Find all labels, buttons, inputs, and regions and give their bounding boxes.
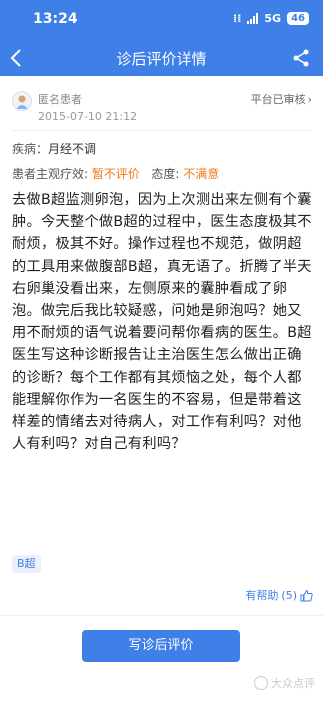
tag-badge[interactable]: B超	[12, 555, 41, 573]
avatar	[12, 91, 32, 111]
chevron-right-icon: ›	[307, 92, 312, 106]
write-review-button[interactable]: 写诊后评价	[82, 630, 240, 662]
effect-value: 暂不评价	[91, 167, 140, 181]
user-icon	[16, 95, 28, 109]
disease-row: 疾病：月经不调	[12, 140, 96, 157]
status-time: 13:24	[33, 11, 78, 27]
page-title: 诊后评价详情	[116, 50, 207, 68]
divider	[12, 130, 311, 131]
effect-label: 患者主观疗效:	[12, 167, 89, 181]
attitude-label: 态度:	[151, 167, 180, 181]
effect-row: 患者主观疗效: 暂不评价 态度: 不满意	[12, 165, 219, 182]
vibrate-icon: ⁞⁞	[233, 12, 242, 25]
share-icon	[293, 49, 309, 67]
share-button[interactable]	[291, 48, 311, 68]
disease-value: 月经不调	[48, 142, 97, 156]
attitude-value: 不满意	[183, 167, 220, 181]
status-right: ⁞⁞ 5G 46	[233, 12, 309, 25]
watermark-text: 大众点评	[271, 677, 315, 690]
audit-label: 平台已审核	[250, 93, 306, 106]
author-block: 匿名患者 2015-07-10 21:12 平台已审核 ›	[12, 88, 312, 126]
review-date: 2015-07-10 21:12	[38, 110, 138, 123]
author-name: 匿名患者	[38, 93, 82, 106]
status-bar: 13:24 ⁞⁞ 5G 46	[0, 0, 323, 40]
network-label: 5G	[264, 12, 282, 25]
signal-icon	[247, 13, 259, 24]
helpful-label: 有帮助	[245, 589, 279, 602]
helpful-button[interactable]: 有帮助 (5)	[245, 587, 313, 603]
battery-icon: 46	[287, 12, 309, 25]
disease-label: 疾病：	[12, 142, 49, 156]
thumbs-up-icon	[300, 589, 313, 601]
helpful-count: (5)	[281, 588, 297, 602]
nav-bar: 诊后评价详情	[0, 40, 323, 76]
dianping-logo-icon	[254, 676, 268, 690]
audit-link[interactable]: 平台已审核 ›	[251, 91, 312, 107]
watermark: 大众点评	[254, 675, 315, 691]
review-text: 去做B超监测卵泡，因为上次测出来左侧有个囊肿。今天整个做B超的过程中，医生态度极…	[12, 192, 312, 453]
